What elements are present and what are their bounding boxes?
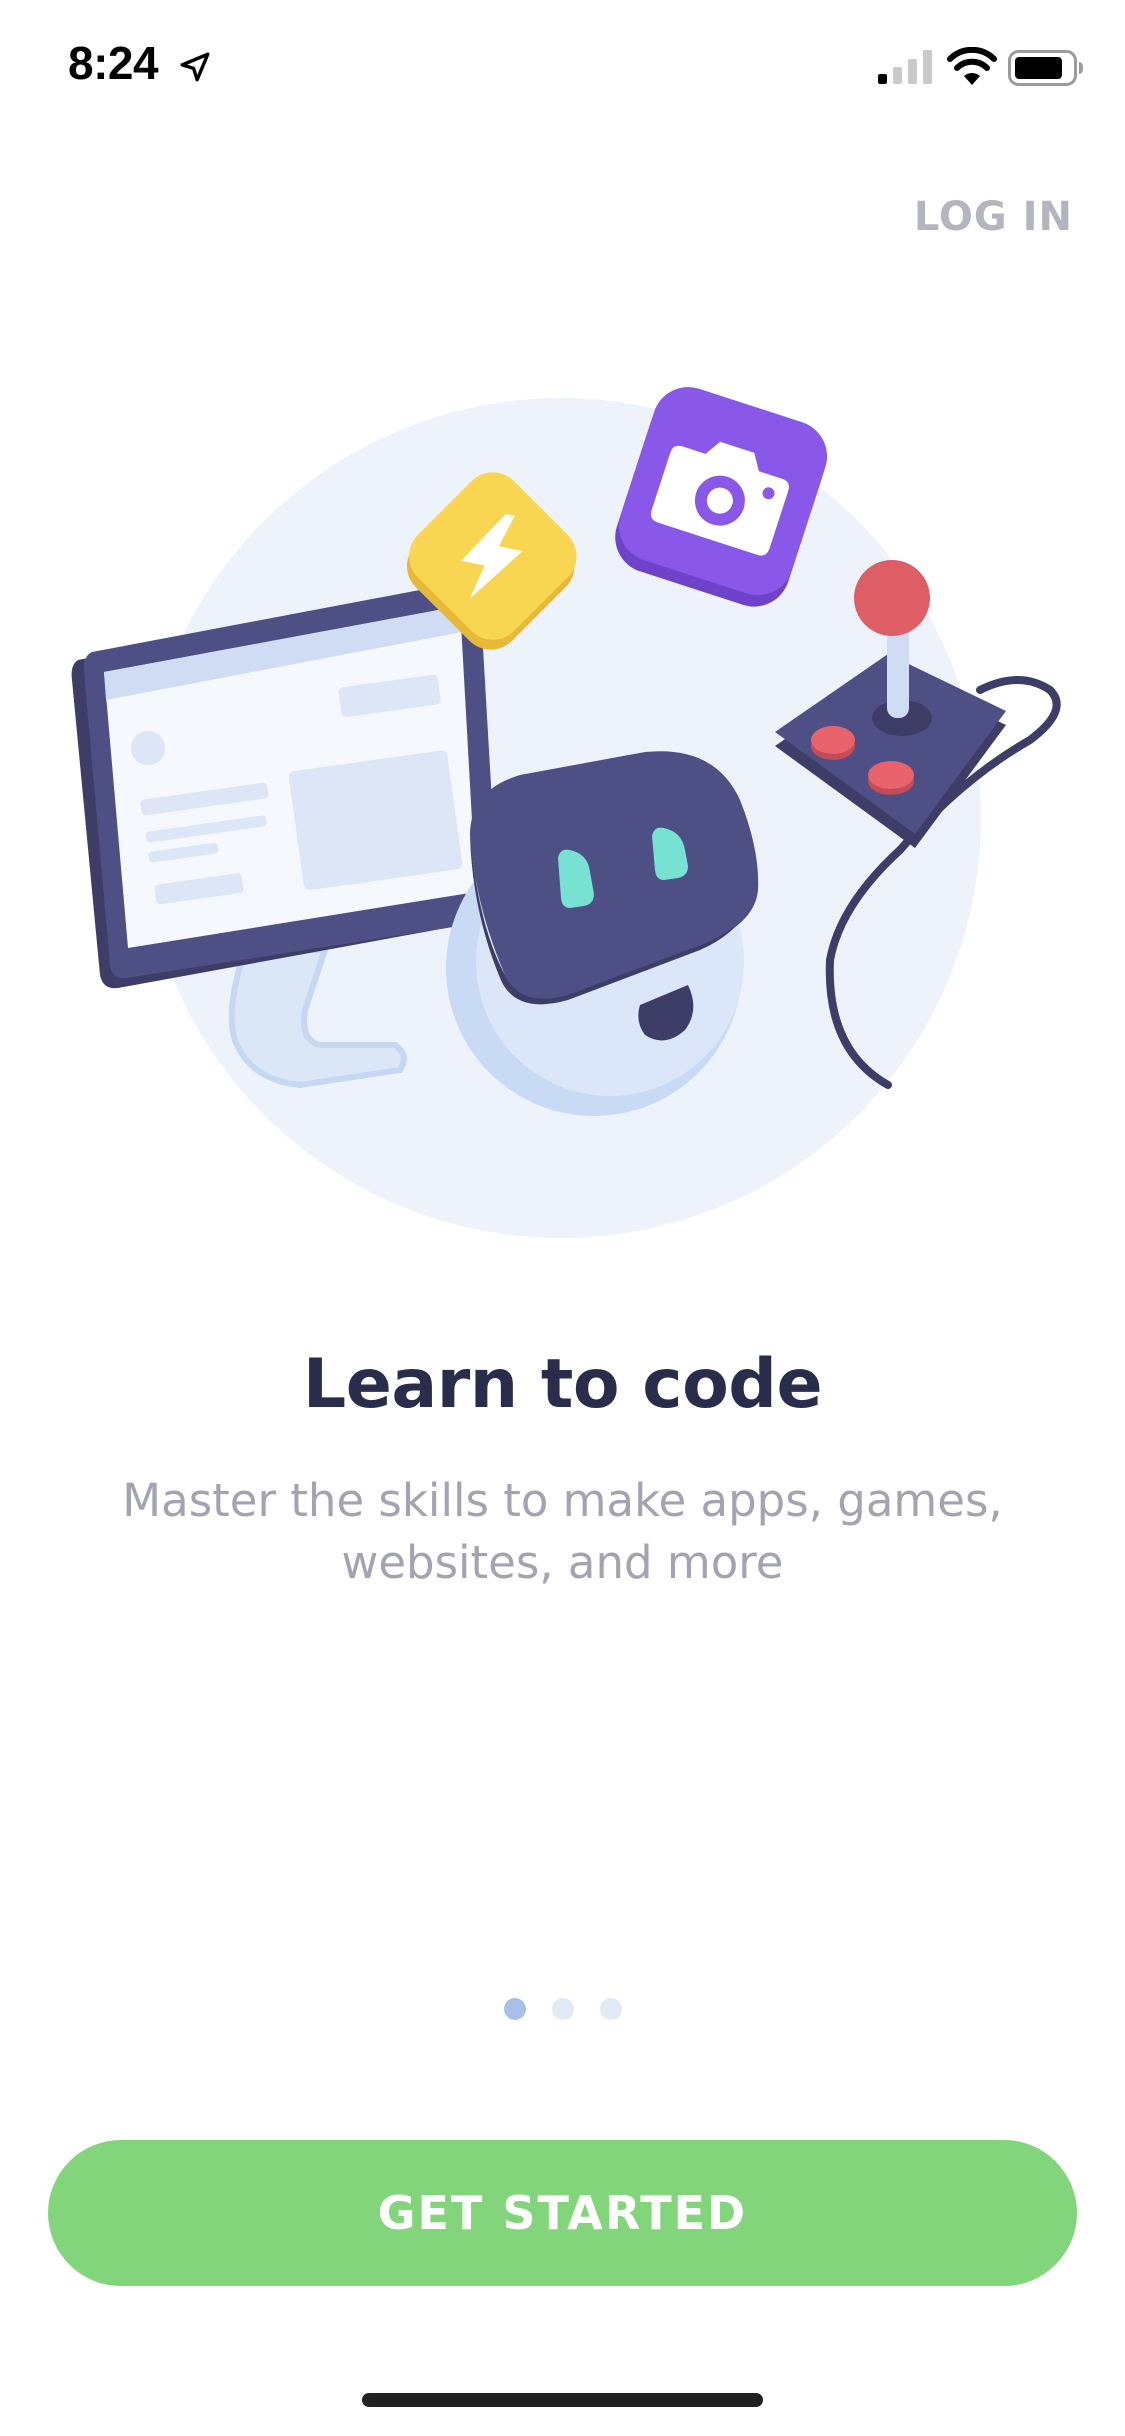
onboarding-subtitle-line-1: Master the skills to make apps, games,	[122, 1474, 1003, 1527]
get-started-button[interactable]: GET STARTED	[48, 2140, 1077, 2286]
login-button[interactable]: LOG IN	[914, 194, 1073, 240]
onboarding-title: Learn to code	[302, 1345, 823, 1424]
battery-icon	[1008, 50, 1083, 86]
onboarding-subtitle-line-2: websites, and more	[341, 1536, 784, 1589]
home-indicator[interactable]	[362, 2393, 763, 2407]
monitor-icon	[71, 581, 499, 989]
status-time: 8:24	[68, 37, 159, 89]
page-indicator	[0, 1998, 1125, 2020]
status-bar: 8:24	[0, 0, 1125, 132]
cellular-signal-icon	[878, 50, 932, 84]
page-dot-3[interactable]	[599, 1998, 622, 2020]
page-dot-2[interactable]	[551, 1998, 574, 2020]
page-dot-1[interactable]	[503, 1998, 526, 2020]
location-arrow-icon	[180, 52, 210, 82]
wifi-icon	[947, 47, 997, 85]
onboarding-illustration	[71, 387, 1061, 1238]
onboarding-subtitle: Master the skills to make apps, games, w…	[92, 1470, 1033, 1594]
